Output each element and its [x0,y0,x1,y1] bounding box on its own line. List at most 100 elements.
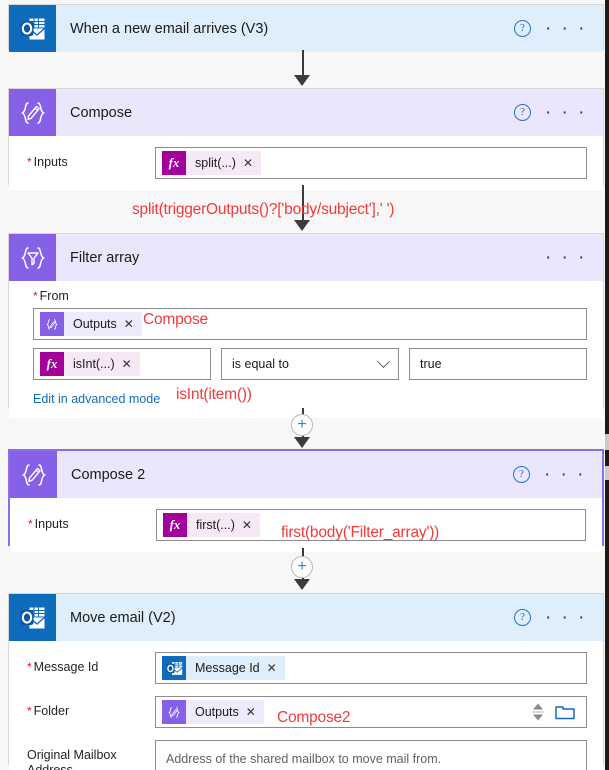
card-move-email-actions: ? · · · [513,608,603,627]
token-label: Outputs [73,317,117,331]
compose-outputs-icon [40,312,64,336]
card-filter-body: From Outputs ✕ [9,281,603,418]
more-menu-icon[interactable]: · · · [545,19,587,38]
folder-picker-icon[interactable] [554,703,576,721]
token-outputs[interactable]: Outputs ✕ [40,312,142,336]
card-move-email-header[interactable]: Move email (V2) ? · · · [9,594,603,641]
card-compose-2-actions: ? · · · [512,465,602,484]
card-trigger-header[interactable]: When a new email arrives (V3) ? · · · [9,5,603,52]
stepper-divider [532,711,544,713]
more-menu-icon[interactable]: · · · [544,465,586,484]
field-label-inputs: Inputs [27,147,155,170]
card-filter-array[interactable]: Filter array · · · From [8,233,604,418]
card-compose-2-header[interactable]: Compose 2 ? · · · [10,451,602,498]
input-placeholder: Address of the shared mailbox to move ma… [166,752,442,766]
token-remove-icon[interactable]: ✕ [243,156,261,170]
annot-first: first(body('Filter_array')) [281,524,440,541]
field-message-id: Message Id [9,641,603,690]
annot-split: split(triggerOutputs()?['body/subject'],… [132,201,395,218]
field-label-folder: Folder [27,696,155,719]
annot-compose: Compose [143,311,208,328]
annot-isint: isInt(item()) [176,386,252,403]
fx-icon: fx [163,513,187,537]
card-move-email-title: Move email (V2) [70,609,176,626]
help-icon[interactable]: ? [513,104,531,121]
condition-value-field[interactable]: true [409,348,587,380]
add-step-button[interactable]: + [291,556,313,578]
filter-icon [9,234,56,281]
condition-operator-dropdown[interactable]: is equal to [221,348,399,380]
card-move-email-body: Message Id [9,641,603,770]
folder-stepper[interactable] [532,703,544,721]
token-label: first(...) [196,518,235,532]
scrollbar-gutter[interactable] [605,0,609,770]
more-menu-icon[interactable]: · · · [545,103,587,122]
card-compose-title: Compose [70,104,133,121]
flow-designer-canvas: When a new email arrives (V3) ? · · · Co… [0,0,609,770]
card-trigger[interactable]: When a new email arrives (V3) ? · · · [8,4,604,52]
add-step-button[interactable]: + [291,414,313,436]
connector-trigger-to-compose [0,50,609,88]
stepper-up-icon[interactable] [533,703,543,710]
token-remove-icon[interactable]: ✕ [122,357,140,371]
more-menu-icon[interactable]: · · · [545,608,587,627]
annot-compose2: Compose2 [277,709,351,726]
from-field[interactable]: Outputs ✕ [33,308,587,340]
token-remove-icon[interactable]: ✕ [242,518,260,532]
card-trigger-title: When a new email arrives (V3) [70,20,269,37]
condition-value: true [420,357,442,371]
chevron-down-icon [377,354,390,368]
field-inputs: Inputs fx split(...) ✕ [9,136,603,190]
message-id-field[interactable]: Message Id ✕ [155,652,587,684]
fx-icon: fx [40,352,64,376]
help-icon[interactable]: ? [513,20,531,37]
token-label: Message Id [195,661,260,675]
help-icon[interactable]: ? [513,609,531,626]
token-first[interactable]: fx first(...) ✕ [163,513,260,537]
original-mailbox-address-input[interactable]: Address of the shared mailbox to move ma… [155,740,587,770]
more-menu-icon[interactable]: · · · [545,248,587,267]
field-label-inputs: Inputs [28,509,156,532]
card-filter-header[interactable]: Filter array · · · [9,234,603,281]
condition-row: fx isInt(...) ✕ is equal to true [9,348,603,382]
token-isint[interactable]: fx isInt(...) ✕ [40,352,140,376]
outlook-icon [9,5,56,52]
field-original-mailbox-address: Original Mailbox Address Address of the … [9,734,603,770]
condition-left-field[interactable]: fx isInt(...) ✕ [33,348,211,380]
help-icon[interactable]: ? [512,466,530,483]
card-compose-actions: ? · · · [513,103,603,122]
compose-outputs-icon [162,700,186,724]
card-trigger-actions: ? · · · [513,19,603,38]
condition-operator-value: is equal to [232,357,289,371]
compose-icon [10,451,57,498]
token-remove-icon[interactable]: ✕ [246,705,264,719]
token-remove-icon[interactable]: ✕ [124,317,142,331]
token-split[interactable]: fx split(...) ✕ [162,151,262,175]
field-label-from: From [33,289,587,304]
token-label: Outputs [195,705,239,719]
connector-filter-to-compose2: + [0,408,609,448]
field-label-original-mailbox-address: Original Mailbox Address [27,748,117,770]
card-compose-header[interactable]: Compose ? · · · [9,89,603,136]
compose-icon [9,89,56,136]
token-remove-icon[interactable]: ✕ [267,661,285,675]
stepper-down-icon[interactable] [533,714,543,721]
card-filter-actions: · · · [545,248,603,267]
inputs-field[interactable]: fx split(...) ✕ [155,147,587,179]
connector-compose2-to-move: + [0,548,609,593]
card-move-email[interactable]: Move email (V2) ? · · · Message Id [8,593,604,770]
card-compose[interactable]: Compose ? · · · Inputs fx split(...) ✕ [8,88,604,190]
fx-icon: fx [162,151,186,175]
card-compose-2-title: Compose 2 [71,466,146,483]
field-label-message-id: Message Id [27,652,155,675]
token-message-id[interactable]: Message Id ✕ [162,656,285,680]
outlook-icon [9,594,56,641]
outlook-icon [162,656,186,680]
from-label-wrap: From [9,281,603,304]
token-outputs[interactable]: Outputs ✕ [162,700,264,724]
token-label: isInt(...) [73,357,115,371]
from-field-wrap: Outputs ✕ [9,304,603,348]
folder-field[interactable]: Outputs ✕ [155,696,587,728]
card-compose-body: Inputs fx split(...) ✕ [9,136,603,190]
token-label: split(...) [195,156,236,170]
